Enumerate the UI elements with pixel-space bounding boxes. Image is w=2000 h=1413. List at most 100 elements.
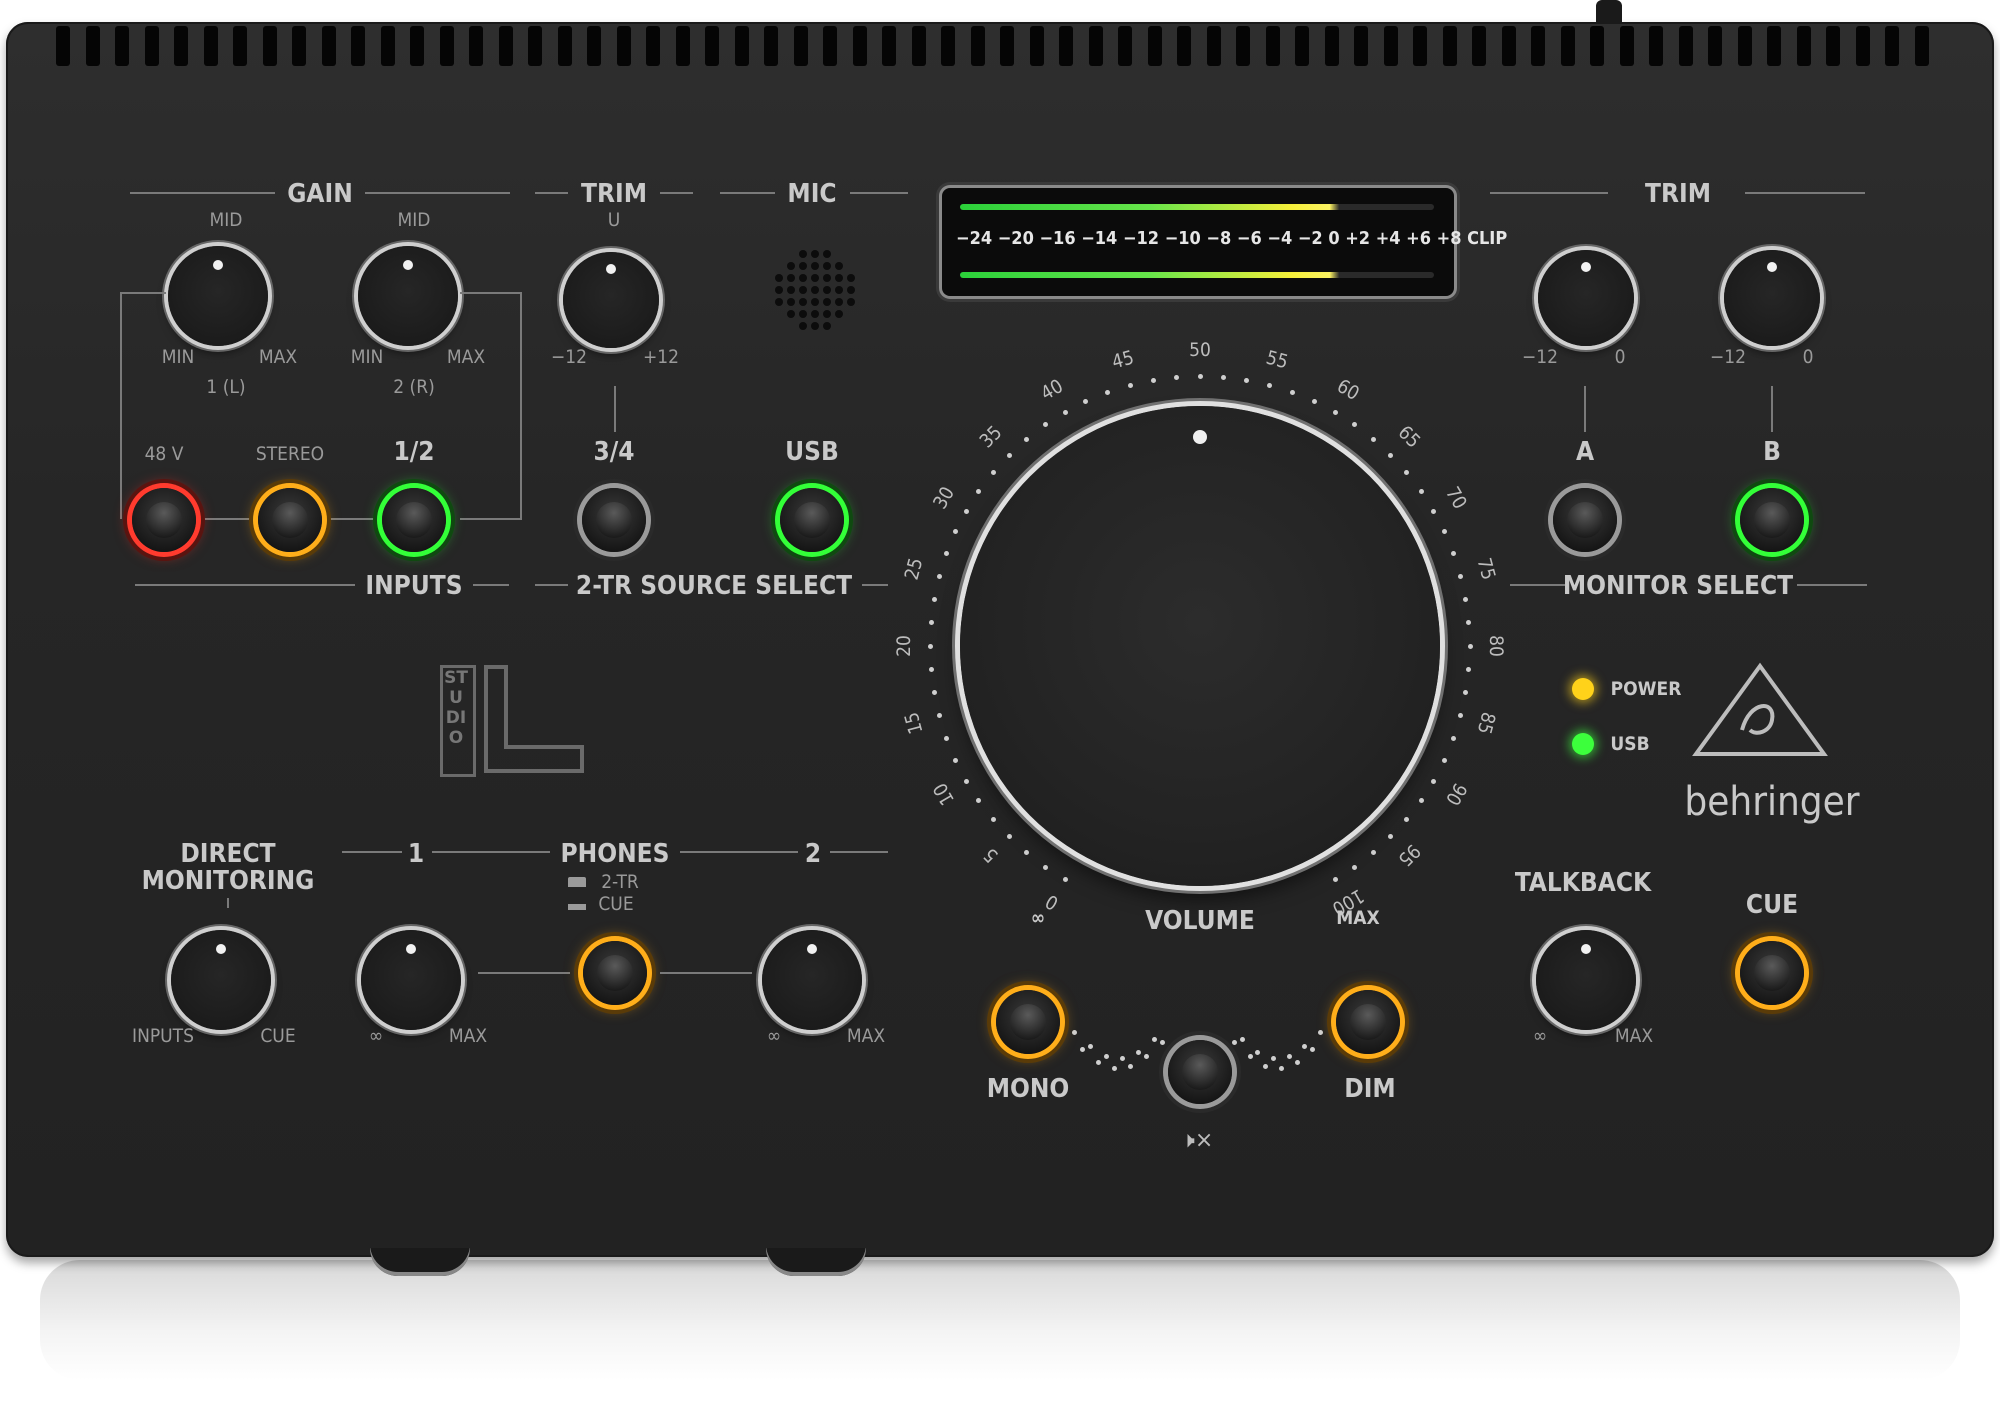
volume-scale-dot [1352, 422, 1358, 428]
stereo-button[interactable] [258, 488, 322, 552]
grille-hole [799, 298, 807, 306]
usb-led [1572, 733, 1594, 755]
phones-2-knob[interactable] [762, 930, 862, 1030]
volume-scale-dot [1083, 398, 1089, 404]
phones-1-knob[interactable] [361, 930, 461, 1030]
phantom-48v-button[interactable] [132, 488, 196, 552]
input-12-button[interactable] [382, 488, 446, 552]
vent-slot [1147, 26, 1162, 66]
grille-hole [835, 274, 843, 282]
monitor-a-button[interactable] [1553, 488, 1617, 552]
vent-slot [85, 26, 100, 66]
mute-arc-dot [1104, 1053, 1109, 1059]
mute-arc-dot [1136, 1049, 1141, 1055]
vent-slot [1678, 26, 1693, 66]
volume-max-label: MAX [1336, 907, 1380, 929]
vent-slot [675, 26, 690, 66]
divider [660, 192, 693, 194]
direct-monitoring-knob[interactable] [171, 930, 271, 1030]
volume-scale-dot [943, 551, 949, 557]
gain1-max-label: MAX [258, 346, 298, 368]
volume-scale-number: 40 [1037, 374, 1067, 405]
dim-button[interactable] [1336, 990, 1400, 1054]
p2-max-label: MAX [846, 1025, 886, 1047]
vent-slot [1560, 26, 1575, 66]
mute-arc-dot [1144, 1054, 1149, 1060]
mono-button[interactable] [996, 990, 1060, 1054]
grille-hole [811, 298, 819, 306]
volume-knob[interactable] [960, 406, 1440, 886]
divider [1490, 192, 1608, 194]
src-usb-label: USB [785, 437, 839, 467]
grille-hole [823, 286, 831, 294]
vent-slot [1826, 26, 1840, 66]
direct-monitoring-title-1: DIRECT [180, 839, 276, 869]
mute-arc-dot [1263, 1063, 1269, 1069]
vent-slot [1442, 26, 1457, 66]
volume-scale-dot [1451, 551, 1457, 557]
cue-button[interactable] [1740, 941, 1804, 1005]
volume-scale-dot [1311, 398, 1317, 404]
trim-left-min: −12 [550, 346, 588, 368]
trim-left-title: TRIM [581, 179, 647, 209]
gain2-min-label: MIN [350, 346, 384, 368]
grille-hole [787, 262, 795, 270]
volume-scale-dot [1442, 757, 1448, 763]
volume-scale-dot [1006, 834, 1012, 840]
monitor-b-label: B [1763, 437, 1781, 467]
vent-slot [1324, 26, 1339, 66]
volume-scale-number: 75 [1472, 556, 1500, 583]
vent-slot [1649, 26, 1663, 66]
grille-hole [811, 274, 819, 282]
divider [862, 584, 888, 586]
mute-button[interactable] [1168, 1040, 1232, 1104]
trim-b-knob[interactable] [1724, 250, 1820, 346]
volume-scale-number: 95 [1393, 839, 1425, 871]
tb-max-label: MAX [1614, 1025, 1654, 1047]
mute-arc-dot [1255, 1049, 1261, 1055]
grille-hole [787, 310, 795, 318]
grille-hole [847, 286, 855, 294]
btn-12-label: 1/2 [393, 437, 435, 467]
gain-2-knob[interactable] [358, 246, 458, 346]
volume-scale-dot [1332, 409, 1338, 415]
volume-scale-dot [1042, 422, 1048, 428]
volume-scale-number: 65 [1393, 421, 1425, 453]
connector-line [1584, 386, 1586, 432]
volume-scale-dot [1062, 409, 1068, 415]
phones-source-button[interactable] [583, 941, 647, 1005]
monitor-select-title: MONITOR SELECT [1562, 571, 1794, 601]
talkback-knob[interactable] [1536, 930, 1636, 1030]
src-2tr-icon [568, 877, 586, 887]
trim-left-max: +12 [642, 346, 680, 368]
gain-1-knob[interactable] [168, 246, 268, 346]
volume-scale-dot [1150, 377, 1156, 383]
grille-hole [811, 250, 819, 258]
volume-scale-number: 45 [1110, 346, 1137, 374]
grille-hole [847, 298, 855, 306]
vent-slot [1472, 26, 1486, 66]
monitor-b-button[interactable] [1740, 488, 1804, 552]
vent-slot [1855, 26, 1870, 66]
source-usb-button[interactable] [780, 488, 844, 552]
btn-stereo-label: STEREO [255, 443, 325, 465]
volume-scale-dot [963, 778, 969, 784]
vent-slot [1914, 26, 1929, 66]
src-cue-icon [568, 904, 586, 910]
p1-max-label: MAX [448, 1025, 488, 1047]
mute-arc-dot [1128, 1063, 1133, 1069]
volume-scale-number: 60 [1333, 374, 1363, 405]
trim-left-knob[interactable] [563, 252, 659, 348]
source-34-button[interactable] [582, 488, 646, 552]
vent-slot [1088, 26, 1103, 66]
vent-slot [203, 26, 218, 66]
bracket-line [520, 292, 522, 519]
volume-scale-number: 10 [928, 779, 959, 809]
trim-a-knob[interactable] [1538, 250, 1634, 346]
power-toggle[interactable] [1596, 0, 1622, 22]
volume-scale-dot [1127, 382, 1133, 388]
vent-slot [1590, 26, 1604, 66]
volume-scale-dot [936, 573, 942, 579]
volume-scale-dot [1463, 596, 1469, 602]
volume-scale-number: 80 [1485, 635, 1507, 657]
